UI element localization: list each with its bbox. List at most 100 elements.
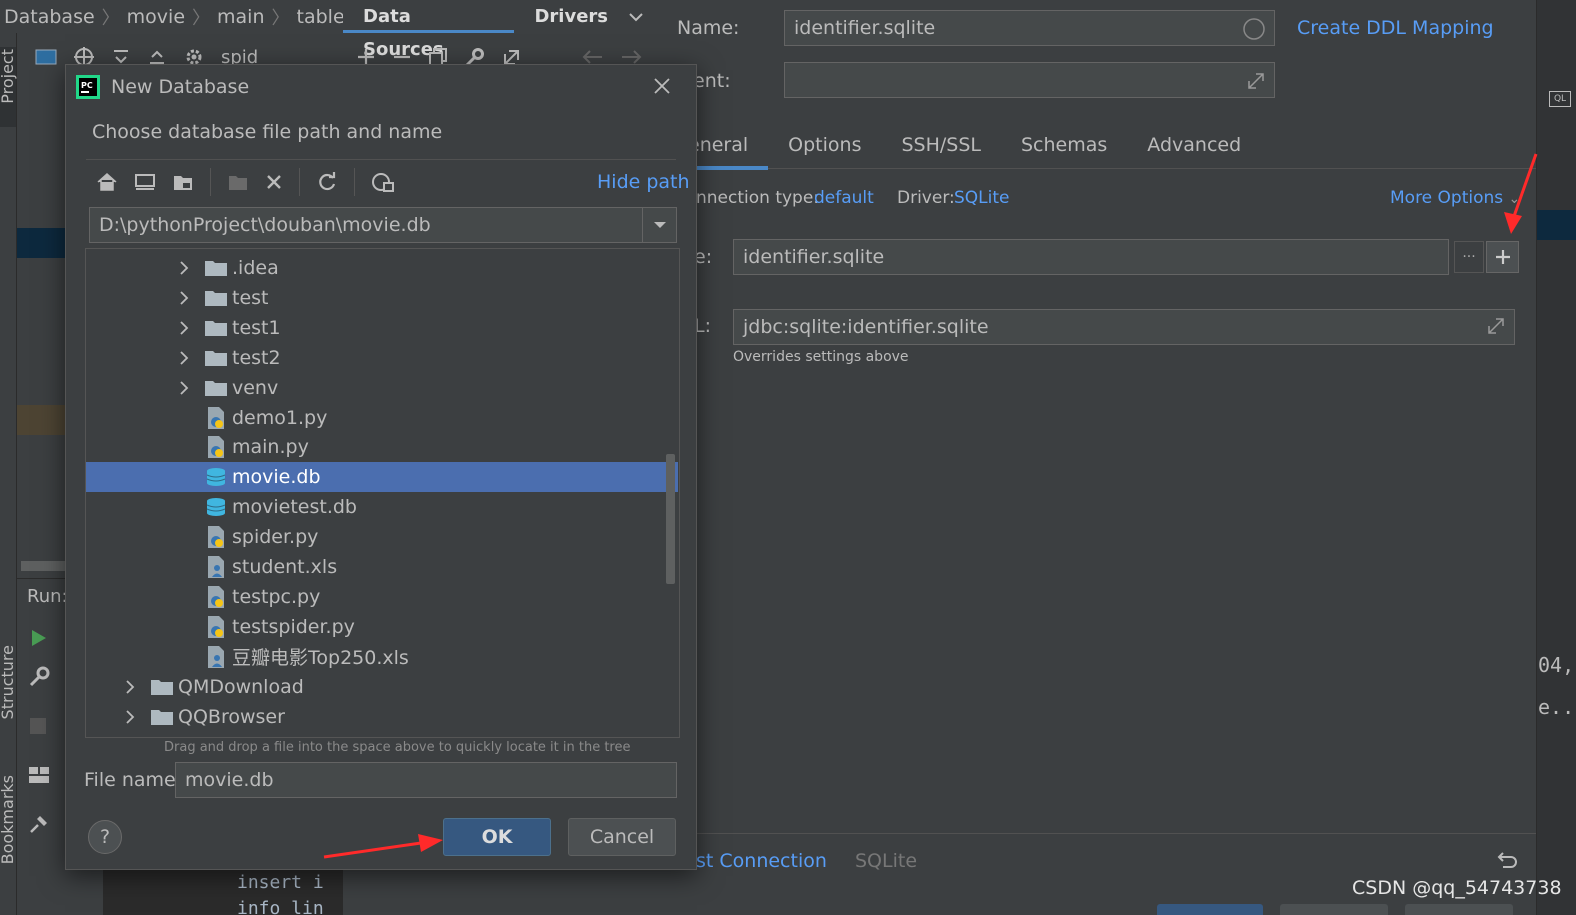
- tree-row[interactable]: QQBrowser: [86, 702, 678, 732]
- home-icon[interactable]: [96, 172, 118, 192]
- tree-row[interactable]: .idea: [86, 253, 678, 283]
- name-field[interactable]: identifier.sqlite: [784, 10, 1275, 46]
- tree-row[interactable]: test2: [86, 343, 678, 373]
- tree-row[interactable]: QMDownload: [86, 672, 678, 702]
- tree-scrollbar[interactable]: [666, 454, 675, 584]
- folder-icon: [149, 736, 175, 737]
- tab-ssh-ssl[interactable]: SSH/SSL: [881, 123, 1001, 169]
- pycharm-logo-icon: PC: [76, 75, 100, 99]
- tree-row-label: test2: [232, 346, 281, 369]
- path-field[interactable]: D:\pythonProject\douban\movie.db: [89, 207, 677, 243]
- close-icon[interactable]: [652, 76, 672, 96]
- stop-icon[interactable]: [28, 716, 48, 736]
- cancel-button-bg[interactable]: [1280, 904, 1388, 915]
- expand-icon[interactable]: [1246, 71, 1266, 91]
- wrench-icon[interactable]: [28, 666, 50, 688]
- tree-row[interactable]: testpc.py: [86, 582, 678, 612]
- desktop-icon[interactable]: [134, 172, 156, 192]
- url-field[interactable]: jdbc:sqlite:identifier.sqlite: [733, 309, 1515, 345]
- chevron-right-icon[interactable]: [177, 261, 191, 275]
- breadcrumb-item[interactable]: tables: [297, 6, 343, 28]
- selected-row-highlight: [17, 228, 65, 258]
- toolbar-separator: [210, 168, 211, 196]
- sql-icon[interactable]: QL: [1549, 91, 1571, 107]
- file-tree[interactable]: .idea test test1 test2 venv demo1.py main.py mo…: [85, 248, 680, 738]
- tree-row[interactable]: student.xls: [86, 552, 678, 582]
- comment-field[interactable]: [784, 62, 1275, 98]
- tree-row[interactable]: movie.db: [86, 462, 678, 493]
- new-database-dialog: PC New Database Choose database file pat…: [65, 64, 697, 870]
- file-name-label: File name:: [84, 769, 183, 791]
- forward-arrow-icon[interactable]: [621, 49, 643, 65]
- chevron-right-icon[interactable]: [177, 321, 191, 335]
- tree-row[interactable]: movietest.db: [86, 492, 678, 522]
- tree-row[interactable]: SQLyogCommunit: [86, 731, 678, 737]
- refresh-icon[interactable]: [316, 171, 338, 193]
- more-options-label: More Options: [1390, 188, 1504, 208]
- tree-row[interactable]: main.py: [86, 432, 678, 462]
- apply-settings-button[interactable]: [1405, 904, 1513, 915]
- driver-value[interactable]: SQLite: [954, 188, 1010, 208]
- dialog-description: Choose database file path and name: [92, 121, 443, 143]
- tree-row-label: spider.py: [232, 526, 319, 549]
- chevron-down-icon[interactable]: [628, 11, 644, 23]
- tree-row-label: test1: [232, 316, 281, 339]
- tree-row[interactable]: demo1.py: [86, 403, 678, 433]
- file-field[interactable]: identifier.sqlite: [733, 239, 1449, 275]
- project-folder-icon[interactable]: [172, 172, 194, 192]
- tree-row[interactable]: testspider.py: [86, 612, 678, 642]
- tab-data-sources[interactable]: Data Sources: [343, 0, 515, 60]
- database-file-icon: [203, 496, 229, 518]
- breadcrumb-item[interactable]: movie: [127, 6, 185, 28]
- divider: [86, 159, 676, 160]
- breadcrumb-item[interactable]: main: [217, 6, 264, 28]
- chevron-right-icon[interactable]: [177, 380, 191, 395]
- create-ddl-mapping-link[interactable]: Create DDL Mapping: [1297, 17, 1494, 39]
- tab-schemas[interactable]: Schemas: [1001, 123, 1127, 169]
- config-tab-bar: eneral Options SSH/SSL Schemas Advanced: [656, 123, 1536, 170]
- delete-icon[interactable]: [265, 173, 283, 191]
- play-icon[interactable]: [28, 628, 48, 648]
- chevron-right-icon[interactable]: [123, 679, 137, 694]
- help-button[interactable]: ?: [88, 820, 122, 854]
- new-folder-icon[interactable]: [227, 172, 249, 192]
- chevron-down-icon[interactable]: [642, 208, 676, 242]
- file-name-field[interactable]: movie.db: [175, 762, 677, 798]
- tab-drivers[interactable]: Drivers: [514, 0, 628, 33]
- breadcrumb-item[interactable]: Database: [4, 6, 95, 28]
- dialog-title: New Database: [111, 76, 250, 98]
- chevron-right-icon[interactable]: [177, 291, 191, 305]
- tree-row-label: venv: [232, 376, 279, 399]
- dialog-title-bar[interactable]: PC New Database: [66, 65, 696, 109]
- color-circle-icon[interactable]: [1242, 17, 1266, 41]
- ok-button[interactable]: OK: [443, 818, 551, 856]
- back-arrow-icon[interactable]: [581, 49, 603, 65]
- add-file-button[interactable]: [1486, 241, 1519, 273]
- structure-tool-label[interactable]: Structure: [0, 645, 17, 719]
- tree-row[interactable]: venv: [86, 373, 678, 403]
- panel-scrollbar[interactable]: [21, 561, 65, 571]
- tree-row[interactable]: test: [86, 283, 678, 313]
- cancel-button[interactable]: Cancel: [568, 818, 676, 856]
- apply-button[interactable]: [1157, 904, 1263, 915]
- test-connection-link[interactable]: st Connection: [696, 850, 827, 872]
- show-hidden-icon[interactable]: [371, 171, 395, 193]
- browse-button[interactable]: ···: [1454, 241, 1484, 273]
- bookmarks-tool-label[interactable]: Bookmarks: [0, 775, 17, 864]
- connection-type-value[interactable]: default: [814, 188, 874, 208]
- hide-path-link[interactable]: Hide path: [597, 171, 690, 193]
- window-icon[interactable]: [35, 48, 57, 66]
- revert-icon[interactable]: [1497, 850, 1519, 870]
- project-tool-label[interactable]: Project: [0, 49, 17, 104]
- tree-row[interactable]: 豆瓣电影Top250.xls: [86, 642, 678, 672]
- chevron-right-icon[interactable]: [177, 351, 191, 365]
- layout-icon[interactable]: [28, 765, 50, 785]
- expand-icon[interactable]: [1486, 316, 1506, 336]
- tab-advanced[interactable]: Advanced: [1127, 123, 1261, 169]
- pin-icon[interactable]: [28, 813, 50, 835]
- tab-options[interactable]: Options: [768, 123, 881, 169]
- tree-row[interactable]: test1: [86, 313, 678, 343]
- tree-row[interactable]: spider.py: [86, 522, 678, 552]
- chevron-right-icon[interactable]: [123, 709, 137, 724]
- tree-row-label: main.py: [232, 436, 309, 459]
